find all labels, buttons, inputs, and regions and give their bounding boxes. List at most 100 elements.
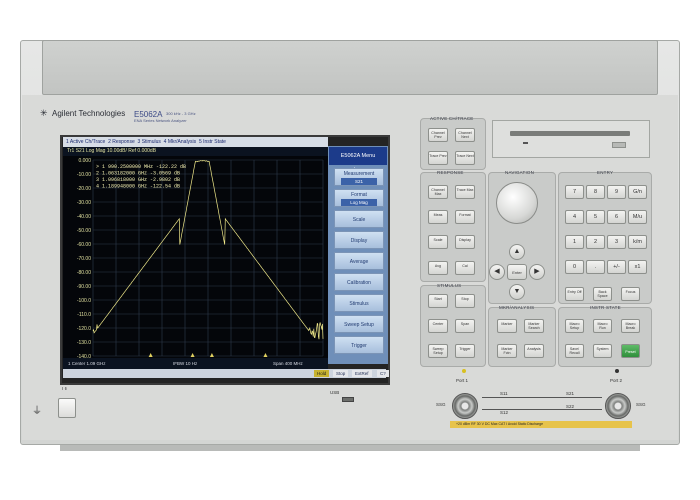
y-tick-label: -10.00 bbox=[77, 172, 91, 178]
softkey-display[interactable]: Display bbox=[334, 231, 384, 249]
menu-item[interactable]: 3 Stimulus bbox=[138, 139, 161, 145]
rotary-knob[interactable] bbox=[496, 182, 538, 224]
entry-key-3[interactable]: G/n bbox=[628, 185, 647, 199]
entry-key-1[interactable]: 8 bbox=[586, 185, 605, 199]
y-tick-label: -30.00 bbox=[77, 200, 91, 206]
menu-bar[interactable]: 1 Active Ch/Trace 2 Response 3 Stimulus … bbox=[63, 137, 328, 147]
entry-key-12[interactable]: 0 bbox=[565, 260, 584, 274]
warning-strip: +20 dBm RF 30 V DC Max CAT I Avoid Stati… bbox=[450, 421, 632, 428]
ssg-left-label: SSG bbox=[436, 402, 446, 407]
center-readout: 1 Center 1.09 GHz bbox=[68, 361, 106, 366]
menu-item[interactable]: 1 Active Ch/Trace bbox=[66, 139, 105, 145]
c-status: C? bbox=[377, 370, 389, 377]
entry-key-10[interactable]: 3 bbox=[607, 235, 626, 249]
softkey-label: Display bbox=[350, 238, 368, 244]
entry-key-8[interactable]: 1 bbox=[565, 235, 584, 249]
entry-key-5[interactable]: 5 bbox=[586, 210, 605, 224]
enter-key[interactable]: Enter bbox=[507, 264, 527, 280]
usb-port[interactable] bbox=[342, 397, 354, 402]
macro-setup-key[interactable]: Macro Setup bbox=[565, 319, 584, 333]
scale-key[interactable]: Scale bbox=[428, 235, 448, 249]
model-range: 300 kHz - 3 GHz bbox=[166, 111, 196, 116]
focus-key[interactable]: Focus bbox=[621, 287, 640, 301]
entry-key-13[interactable]: . bbox=[586, 260, 605, 274]
menu-item[interactable]: 5 Instr State bbox=[199, 139, 226, 145]
entry-key-2[interactable]: 9 bbox=[607, 185, 626, 199]
macro-run-key[interactable]: Macro Run bbox=[593, 319, 612, 333]
avg-key[interactable]: Avg bbox=[428, 261, 448, 275]
y-tick-label: -80.00 bbox=[77, 270, 91, 276]
back-space-key[interactable]: Back Space bbox=[593, 287, 612, 301]
display-key[interactable]: Display bbox=[455, 235, 475, 249]
active-ch-title: ACTIVE CH/TRACE bbox=[430, 116, 474, 121]
port2-led bbox=[615, 369, 619, 373]
start-key[interactable]: Start bbox=[428, 294, 448, 308]
channel-next-key[interactable]: Channel Next bbox=[455, 128, 475, 142]
status-bar: Hold Stop ExtRef C? bbox=[63, 369, 389, 378]
analysis-key[interactable]: Analysis bbox=[524, 344, 544, 358]
floppy-slot bbox=[510, 131, 630, 136]
arrow-down-icon[interactable]: ▼ bbox=[509, 284, 525, 300]
power-switch[interactable] bbox=[58, 398, 76, 418]
marker-fctn-key[interactable]: Marker Fctn bbox=[497, 344, 517, 358]
softkey-measurement[interactable]: Measurement S21 bbox=[334, 168, 384, 186]
entry-key-11[interactable]: k/m bbox=[628, 235, 647, 249]
softkey-scale[interactable]: Scale bbox=[334, 210, 384, 228]
softkey-format[interactable]: Format Log Mag bbox=[334, 189, 384, 207]
span-key[interactable]: Span bbox=[455, 319, 475, 333]
marker-readout-line: 3 1.096818000 GHz -2.9802 dB bbox=[96, 177, 180, 183]
entry-key-4[interactable]: 4 bbox=[565, 210, 584, 224]
sweep-setup-key[interactable]: Sweep Setup bbox=[428, 344, 448, 358]
system-key[interactable]: System bbox=[593, 344, 612, 358]
menu-item[interactable]: 2 Response bbox=[108, 139, 135, 145]
arrow-up-icon[interactable]: ▲ bbox=[509, 244, 525, 260]
center-key[interactable]: Center bbox=[428, 319, 448, 333]
softkey-label: Measurement bbox=[343, 171, 375, 177]
softkey-sweep-setup[interactable]: Sweep Setup bbox=[334, 315, 384, 333]
entry-key-0[interactable]: 7 bbox=[565, 185, 584, 199]
entry-key-6[interactable]: 6 bbox=[607, 210, 626, 224]
save-recall-key[interactable]: Save/ Recall bbox=[565, 344, 584, 358]
marker-search-key[interactable]: Marker Search bbox=[524, 319, 544, 333]
arrow-right-icon[interactable]: ▶ bbox=[529, 264, 545, 280]
softkey-title: E5062A Menu bbox=[329, 147, 387, 165]
entry-key-7[interactable]: M/u bbox=[628, 210, 647, 224]
ifbw-readout: IFBW 10 Hz bbox=[173, 361, 198, 366]
softkey-average[interactable]: Average bbox=[334, 252, 384, 270]
preset-key[interactable]: Preset bbox=[621, 344, 640, 358]
trace-prev-key[interactable]: Trace Prev bbox=[428, 151, 448, 165]
marker-key[interactable]: Marker bbox=[497, 319, 517, 333]
y-tick-label: -130.0 bbox=[77, 340, 91, 346]
cal-key[interactable]: Cal bbox=[455, 261, 475, 275]
trace-next-key[interactable]: Trace Next bbox=[455, 151, 475, 165]
port2-connector[interactable] bbox=[605, 393, 631, 419]
trigger-key[interactable]: Trigger bbox=[455, 344, 475, 358]
y-tick-label: -20.00 bbox=[77, 186, 91, 192]
port1-connector[interactable] bbox=[452, 393, 478, 419]
stop-key[interactable]: Stop bbox=[455, 294, 475, 308]
channel-prev-key[interactable]: Channel Prev bbox=[428, 128, 448, 142]
trace-plot: 0.000 -10.00 -20.00 -30.00 -40.00 -50.00 -60.0… bbox=[63, 156, 328, 360]
softkey-calibration[interactable]: Calibration bbox=[334, 273, 384, 291]
channel-max-key[interactable]: Channel Max bbox=[428, 185, 448, 199]
trace-max-key[interactable]: Trace Max bbox=[455, 185, 475, 199]
format-key[interactable]: Format bbox=[455, 210, 475, 224]
span-readout: Span 400 MHz bbox=[273, 361, 303, 366]
floppy-eject-button[interactable] bbox=[612, 142, 626, 148]
meas-key[interactable]: Meas bbox=[428, 210, 448, 224]
arrow-left-icon[interactable]: ◀ bbox=[489, 264, 505, 280]
entry-key-14[interactable]: +/- bbox=[607, 260, 626, 274]
entry-key-9[interactable]: 2 bbox=[586, 235, 605, 249]
entry-key-15[interactable]: x1 bbox=[628, 260, 647, 274]
entry-off-key[interactable]: Entry Off bbox=[565, 287, 584, 301]
entry-title: ENTRY bbox=[597, 170, 614, 175]
softkey-trigger[interactable]: Trigger bbox=[334, 336, 384, 354]
model-desc: ENA Series Network Analyzer bbox=[134, 118, 187, 123]
floppy-led bbox=[523, 142, 528, 144]
instrument-feet bbox=[60, 445, 640, 451]
menu-item[interactable]: 4 Mkr/Analysis bbox=[164, 139, 197, 145]
usb-label: USB bbox=[330, 390, 340, 395]
port2-label: Port 2 bbox=[610, 378, 623, 383]
softkey-stimulus[interactable]: Stimulus bbox=[334, 294, 384, 312]
macro-break-key[interactable]: Macro Break bbox=[621, 319, 640, 333]
